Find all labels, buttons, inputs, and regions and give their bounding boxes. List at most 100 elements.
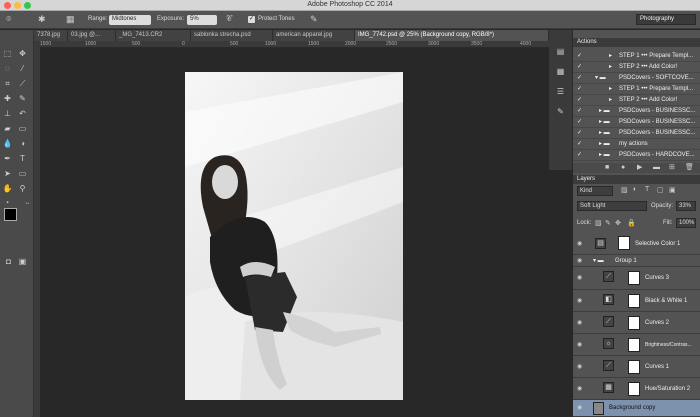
foreground-color-swatch[interactable]: [4, 208, 17, 221]
layer-mask-thumbnail[interactable]: [628, 316, 640, 330]
check-icon[interactable]: ✓: [577, 84, 582, 95]
lasso-tool-icon[interactable]: ◌: [2, 63, 13, 74]
blend-mode-select[interactable]: Soft Light: [577, 201, 647, 211]
eye-icon[interactable]: ◉: [577, 356, 585, 378]
lock-transparent-icon[interactable]: ▨: [595, 219, 602, 227]
fill-input[interactable]: 100%: [676, 218, 696, 228]
action-set[interactable]: ✓ ▾ ▬ PSDCovers - SOFTCOVE...: [573, 73, 700, 84]
quick-mask-icon[interactable]: ◘: [3, 256, 14, 267]
tab-4[interactable]: sablonka strecha.psd: [191, 30, 273, 41]
zoom-tool-icon[interactable]: ⚲: [17, 183, 28, 194]
tab-active[interactable]: IMG_7742.psd @ 25% (Background copy, RGB…: [355, 30, 549, 41]
screen-mode-icon[interactable]: ▣: [17, 256, 28, 267]
layer-row[interactable]: ◉ ▦ Hue/Saturation 2: [573, 378, 700, 400]
layer-mask-thumbnail[interactable]: [628, 382, 640, 396]
layer-row-selected[interactable]: ◉ Background copy: [573, 400, 700, 417]
layer-mask-thumbnail[interactable]: [628, 271, 640, 285]
swap-colors-icon[interactable]: ↔: [22, 198, 33, 209]
eye-icon[interactable]: ◉: [577, 312, 585, 334]
layer-row[interactable]: ◉ ▤ Selective Color 1: [573, 233, 700, 255]
record-icon[interactable]: ●: [621, 163, 625, 173]
actions-panel-header[interactable]: Actions: [573, 38, 700, 47]
opacity-input[interactable]: 33%: [676, 201, 696, 211]
filter-adjustment-icon[interactable]: ◐: [633, 186, 637, 193]
action-item[interactable]: ✓ ▸ STEP 1 ••• Prepare Templ...: [573, 51, 700, 62]
eyedropper-icon[interactable]: ⟋: [17, 78, 28, 89]
action-item[interactable]: ✓ ▸ STEP 2 ••• Add Color!: [573, 62, 700, 73]
layer-row[interactable]: ◉ ⟋ Curves 2: [573, 312, 700, 334]
lock-paint-icon[interactable]: ✎: [605, 219, 611, 227]
hand-tool-icon[interactable]: ✋: [2, 183, 13, 194]
pen-tool-icon[interactable]: ✒: [2, 153, 13, 164]
document-image[interactable]: [185, 72, 403, 400]
check-icon[interactable]: ✓: [577, 95, 582, 106]
eye-icon[interactable]: ◉: [577, 378, 585, 400]
play-icon[interactable]: ▶: [637, 163, 642, 173]
layer-mask-thumbnail[interactable]: [618, 236, 630, 250]
clone-stamp-icon[interactable]: ⊥: [2, 108, 13, 119]
tab-2[interactable]: 03.jpg @...: [68, 30, 116, 41]
type-tool-icon[interactable]: T: [17, 153, 28, 164]
layers-panel-header[interactable]: Layers: [573, 175, 700, 184]
adjustments-icon[interactable]: ▦: [555, 66, 566, 77]
shape-tool-icon[interactable]: ▭: [17, 168, 28, 179]
layer-mask-thumbnail[interactable]: [628, 294, 640, 308]
layer-row[interactable]: ◉ ⟋ Curves 1: [573, 356, 700, 378]
blur-tool-icon[interactable]: 💧: [2, 138, 13, 149]
action-item[interactable]: ✓ ▸ STEP 2 ••• Add Color!: [573, 95, 700, 106]
history-icon[interactable]: ▤: [555, 46, 566, 57]
check-icon[interactable]: ✓: [577, 117, 582, 128]
path-select-icon[interactable]: ➤: [2, 168, 13, 179]
lock-all-icon[interactable]: 🔒: [627, 219, 636, 227]
dodge-tool-icon[interactable]: ◑: [17, 138, 28, 149]
action-item[interactable]: ✓ ▸ STEP 1 ••• Prepare Templ...: [573, 84, 700, 95]
check-icon[interactable]: ✓: [577, 150, 582, 161]
move-tool-icon[interactable]: ✥: [17, 48, 28, 59]
filter-smart-icon[interactable]: ▣: [669, 186, 676, 194]
history-brush-icon[interactable]: ↶: [17, 108, 28, 119]
eye-icon[interactable]: ◉: [577, 233, 585, 255]
action-set[interactable]: ✓ ▸ ▬ PSDCovers - BUSINESSC...: [573, 106, 700, 117]
pressure-icon[interactable]: ✎: [310, 14, 318, 25]
range-select[interactable]: Midtones: [109, 15, 151, 25]
eye-icon[interactable]: ◉: [577, 267, 585, 290]
eye-icon[interactable]: ◉: [577, 334, 585, 356]
layer-mask-thumbnail[interactable]: [628, 360, 640, 374]
layer-group-row[interactable]: ◉ ▾ ▬ Group 1: [573, 255, 700, 267]
check-icon[interactable]: ✓: [577, 73, 582, 84]
properties-icon[interactable]: ☰: [555, 86, 566, 97]
eye-icon[interactable]: ◉: [577, 400, 585, 417]
eraser-icon[interactable]: ▰: [2, 123, 13, 134]
gradient-tool-icon[interactable]: ▭: [17, 123, 28, 134]
marquee-tool-icon[interactable]: ⬚: [2, 48, 13, 59]
airbrush-icon[interactable]: 𝒞: [226, 14, 232, 24]
new-set-icon[interactable]: ▬: [653, 163, 660, 173]
stop-icon[interactable]: ■: [605, 163, 609, 173]
action-set[interactable]: ✓ ▸ ▬ PSDCovers - HARDCOVE...: [573, 150, 700, 161]
brush-tool-icon[interactable]: ✎: [17, 93, 28, 104]
layer-row[interactable]: ◉ ⟋ Curves 3: [573, 267, 700, 290]
tab-1[interactable]: 7378.jpg: [34, 30, 68, 41]
check-icon[interactable]: ✓: [577, 128, 582, 139]
action-set[interactable]: ✓ ▸ ▬ PSDCovers - BUSINESSC...: [573, 117, 700, 128]
brush-settings-icon[interactable]: ✎: [555, 106, 566, 117]
new-action-icon[interactable]: ⊞: [669, 163, 675, 173]
layer-row[interactable]: ◉ ☼ Brightness/Contras...: [573, 334, 700, 356]
workspace-select[interactable]: Photography: [636, 14, 696, 25]
tab-5[interactable]: american apparel.jpg: [273, 30, 355, 41]
filter-shape-icon[interactable]: ▢: [657, 186, 664, 194]
eye-icon[interactable]: ◉: [577, 290, 585, 312]
layer-row[interactable]: ◉ ◧ Black & White 1: [573, 290, 700, 312]
action-set[interactable]: ✓ ▸ ▬ PSDCovers - BUSINESSC...: [573, 128, 700, 139]
lock-position-icon[interactable]: ✥: [615, 219, 621, 227]
healing-brush-icon[interactable]: ✚: [2, 93, 13, 104]
trash-icon[interactable]: 🗑: [685, 163, 694, 173]
filter-type-icon[interactable]: T: [645, 186, 649, 193]
eye-icon[interactable]: ◉: [577, 255, 585, 267]
quick-select-icon[interactable]: ⁄: [17, 63, 28, 74]
kind-filter-select[interactable]: Kind: [577, 186, 613, 196]
crop-tool-icon[interactable]: ⌗: [2, 78, 13, 89]
exposure-input[interactable]: 5%: [187, 15, 217, 25]
brush-panel-icon[interactable]: ▦: [66, 14, 75, 25]
protect-tones-checkbox[interactable]: ✓: [248, 16, 255, 23]
